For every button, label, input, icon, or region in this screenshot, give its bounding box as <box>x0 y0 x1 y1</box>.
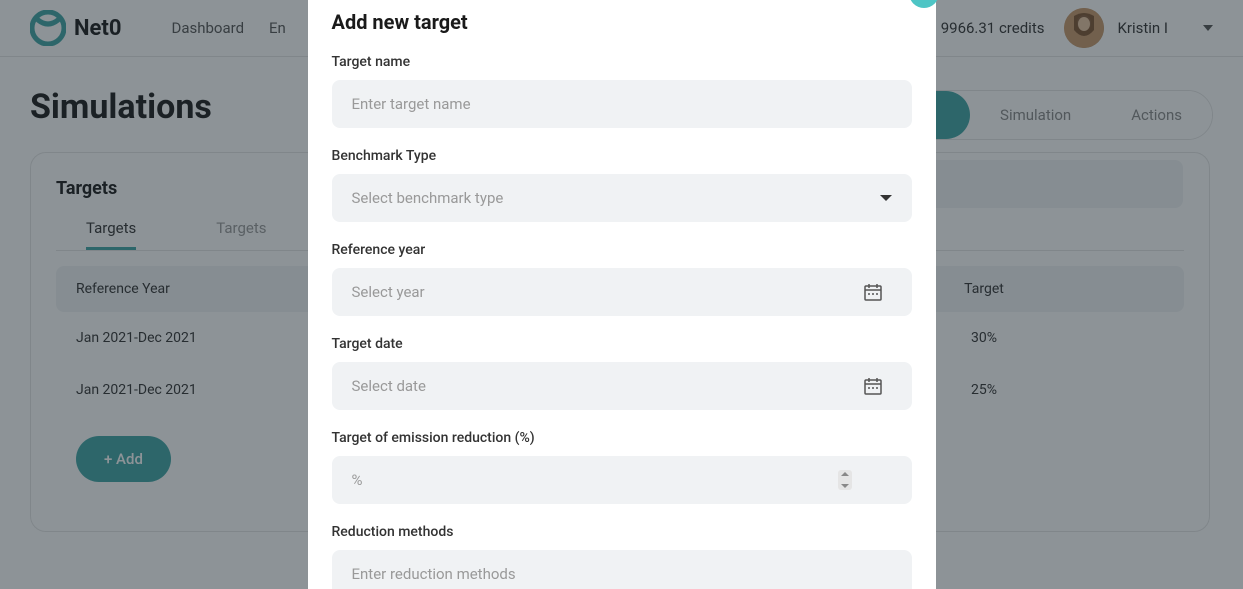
label-reference-year: Reference year <box>332 242 912 258</box>
form-group-reduction-percent: Target of emission reduction (%) <box>332 430 912 504</box>
select-benchmark-placeholder: Select benchmark type <box>352 189 504 207</box>
add-target-modal: Add new target Target name Benchmark Typ… <box>308 0 936 589</box>
form-group-target-date: Target date <box>332 336 912 410</box>
label-target-date: Target date <box>332 336 912 352</box>
label-benchmark: Benchmark Type <box>332 148 912 164</box>
label-reduction-percent: Target of emission reduction (%) <box>332 430 912 446</box>
input-target-name[interactable] <box>332 80 912 128</box>
number-stepper[interactable] <box>838 470 852 490</box>
form-group-benchmark: Benchmark Type Select benchmark type <box>332 148 912 222</box>
input-target-date[interactable] <box>332 362 912 410</box>
label-target-name: Target name <box>332 54 912 70</box>
dropdown-arrow-icon <box>880 195 892 201</box>
input-reduction-methods[interactable] <box>332 550 912 589</box>
form-group-reduction-methods: Reduction methods <box>332 524 912 589</box>
input-reference-year[interactable] <box>332 268 912 316</box>
input-reduction-percent[interactable] <box>332 456 912 504</box>
form-group-target-name: Target name <box>332 54 912 128</box>
stepper-up-icon <box>841 472 849 476</box>
modal-title: Add new target <box>332 0 912 54</box>
label-reduction-methods: Reduction methods <box>332 524 912 540</box>
select-benchmark[interactable]: Select benchmark type <box>332 174 912 222</box>
stepper-down-icon <box>841 484 849 488</box>
modal-overlay[interactable]: Add new target Target name Benchmark Typ… <box>0 0 1243 589</box>
form-group-reference-year: Reference year <box>332 242 912 316</box>
